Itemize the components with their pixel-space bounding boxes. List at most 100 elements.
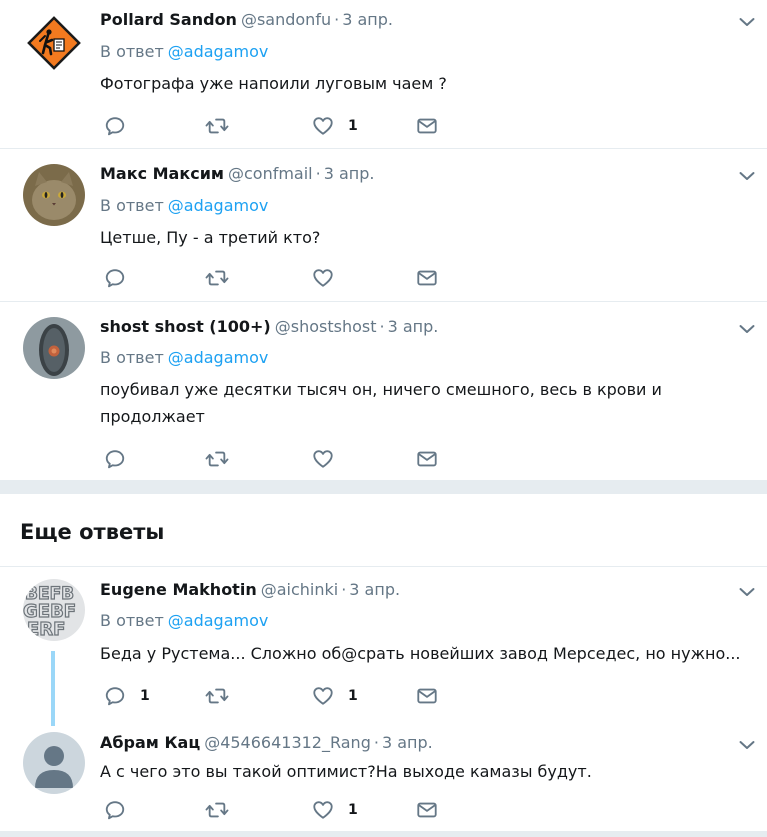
user-fullname[interactable]: Pollard Sandon [100, 10, 237, 29]
reply-prefix: В ответ [100, 348, 164, 367]
dm-button[interactable] [416, 685, 438, 707]
dm-button[interactable] [416, 799, 438, 821]
reply-button[interactable] [104, 267, 140, 289]
mention-link[interactable]: @adagamov [168, 42, 269, 61]
reply-context: В ответ @adagamov [100, 610, 268, 632]
tweet[interactable]: Pollard Sandon @sandonfu · 3 апр. В ответ @a… [0, 0, 767, 148]
like-button[interactable]: 1 [312, 115, 358, 137]
retweet-icon [204, 448, 230, 470]
user-fullname[interactable]: Абрам Кац [100, 733, 200, 752]
tweet[interactable]: Макс Максим @confmail · 3 апр. В ответ @adag… [0, 149, 767, 301]
reply-prefix: В ответ [100, 611, 164, 630]
section-gap [0, 480, 767, 494]
separator: · [315, 164, 321, 183]
thread-connector [51, 651, 55, 726]
user-fullname[interactable]: shost shost (100+) [100, 317, 271, 336]
chevron-down-icon[interactable] [737, 12, 757, 32]
reply-context: В ответ @adagamov [100, 41, 268, 63]
retweet-icon [204, 267, 230, 289]
mention-link[interactable]: @adagamov [168, 348, 269, 367]
chevron-down-icon[interactable] [737, 166, 757, 186]
reply-prefix: В ответ [100, 196, 164, 215]
user-fullname[interactable]: Макс Максим [100, 164, 224, 183]
user-handle[interactable]: @aichinki [261, 580, 338, 599]
svg-text:ERF: ERF [27, 619, 65, 640]
retweet-button[interactable] [204, 448, 244, 470]
avatar[interactable] [23, 12, 85, 74]
reply-count: 1 [140, 688, 150, 704]
tweet[interactable]: BEFB GEBF ERF Eugene Makhotin @aichinki · 3… [0, 567, 767, 727]
envelope-icon [416, 267, 438, 289]
tweet-header: Pollard Sandon @sandonfu · 3 апр. [100, 9, 393, 31]
like-count: 1 [348, 688, 358, 704]
object-photo-icon [23, 317, 85, 379]
tweet[interactable]: Абрам Кац @4546641312_Rang · 3 апр. А с чег… [0, 727, 767, 830]
timestamp[interactable]: 3 апр. [342, 10, 393, 29]
tweet-text: поубивал уже десятки тысяч он, ничего см… [100, 380, 662, 426]
retweet-button[interactable] [204, 115, 244, 137]
timestamp[interactable]: 3 апр. [349, 580, 400, 599]
more-replies-title: Еще ответы [20, 520, 165, 544]
retweet-button[interactable] [204, 685, 244, 707]
cat-photo-icon [23, 164, 85, 226]
avatar[interactable]: BEFB GEBF ERF [23, 579, 85, 641]
avatar[interactable] [23, 317, 85, 379]
timestamp[interactable]: 3 апр. [324, 164, 375, 183]
chevron-down-icon[interactable] [737, 319, 757, 339]
reply-icon [104, 115, 126, 137]
user-handle[interactable]: @shostshost [275, 317, 377, 336]
heart-icon [312, 115, 334, 137]
user-handle[interactable]: @4546641312_Rang [204, 733, 371, 752]
reply-icon [104, 799, 126, 821]
mention-link[interactable]: @adagamov [168, 611, 269, 630]
like-button[interactable]: 1 [312, 799, 358, 821]
like-count: 1 [348, 118, 358, 134]
separator: · [379, 317, 385, 336]
like-button[interactable] [312, 448, 348, 470]
reply-button[interactable] [104, 799, 140, 821]
separator: · [341, 580, 347, 599]
tweet-actions: 1 1 [104, 685, 504, 707]
user-handle[interactable]: @sandonfu [241, 10, 331, 29]
reply-button[interactable] [104, 115, 140, 137]
reply-icon [104, 267, 126, 289]
avatar[interactable] [23, 164, 85, 226]
tweet-header: shost shost (100+) @shostshost · 3 апр. [100, 316, 438, 338]
chevron-down-icon[interactable] [737, 582, 757, 602]
retweet-icon [204, 799, 230, 821]
like-button[interactable]: 1 [312, 685, 358, 707]
like-count: 1 [348, 802, 358, 818]
chevron-down-icon[interactable] [737, 735, 757, 755]
tweet[interactable]: shost shost (100+) @shostshost · 3 апр. В о… [0, 302, 767, 480]
heart-icon [312, 448, 334, 470]
tweet-actions: 1 [104, 799, 504, 821]
mention-link[interactable]: @adagamov [168, 196, 269, 215]
tweet-actions [104, 267, 504, 289]
reply-context: В ответ @adagamov [100, 195, 268, 217]
avatar[interactable] [23, 732, 85, 794]
reply-icon [104, 685, 126, 707]
tweet-actions [104, 448, 504, 470]
dm-button[interactable] [416, 267, 438, 289]
timestamp[interactable]: 3 апр. [388, 317, 439, 336]
retweet-button[interactable] [204, 799, 244, 821]
retweet-button[interactable] [204, 267, 244, 289]
envelope-icon [416, 799, 438, 821]
default-avatar-icon [23, 732, 85, 794]
retweet-icon [204, 685, 230, 707]
dm-button[interactable] [416, 115, 438, 137]
tweet-text: Фотографа уже напоили луговым чаем ? [100, 74, 447, 93]
dm-button[interactable] [416, 448, 438, 470]
like-button[interactable] [312, 267, 348, 289]
tweet-header: Eugene Makhotin @aichinki · 3 апр. [100, 579, 400, 601]
user-fullname[interactable]: Eugene Makhotin [100, 580, 257, 599]
construction-sign-icon [23, 12, 85, 74]
user-handle[interactable]: @confmail [228, 164, 313, 183]
tweet-text: Беда у Рустема... Сложно об@срать новейш… [100, 644, 741, 663]
tweet-text: Цетше, Пу - а третий кто? [100, 228, 321, 247]
separator: · [373, 733, 379, 752]
reply-button[interactable] [104, 448, 140, 470]
timestamp[interactable]: 3 апр. [382, 733, 433, 752]
envelope-icon [416, 448, 438, 470]
reply-button[interactable]: 1 [104, 685, 150, 707]
